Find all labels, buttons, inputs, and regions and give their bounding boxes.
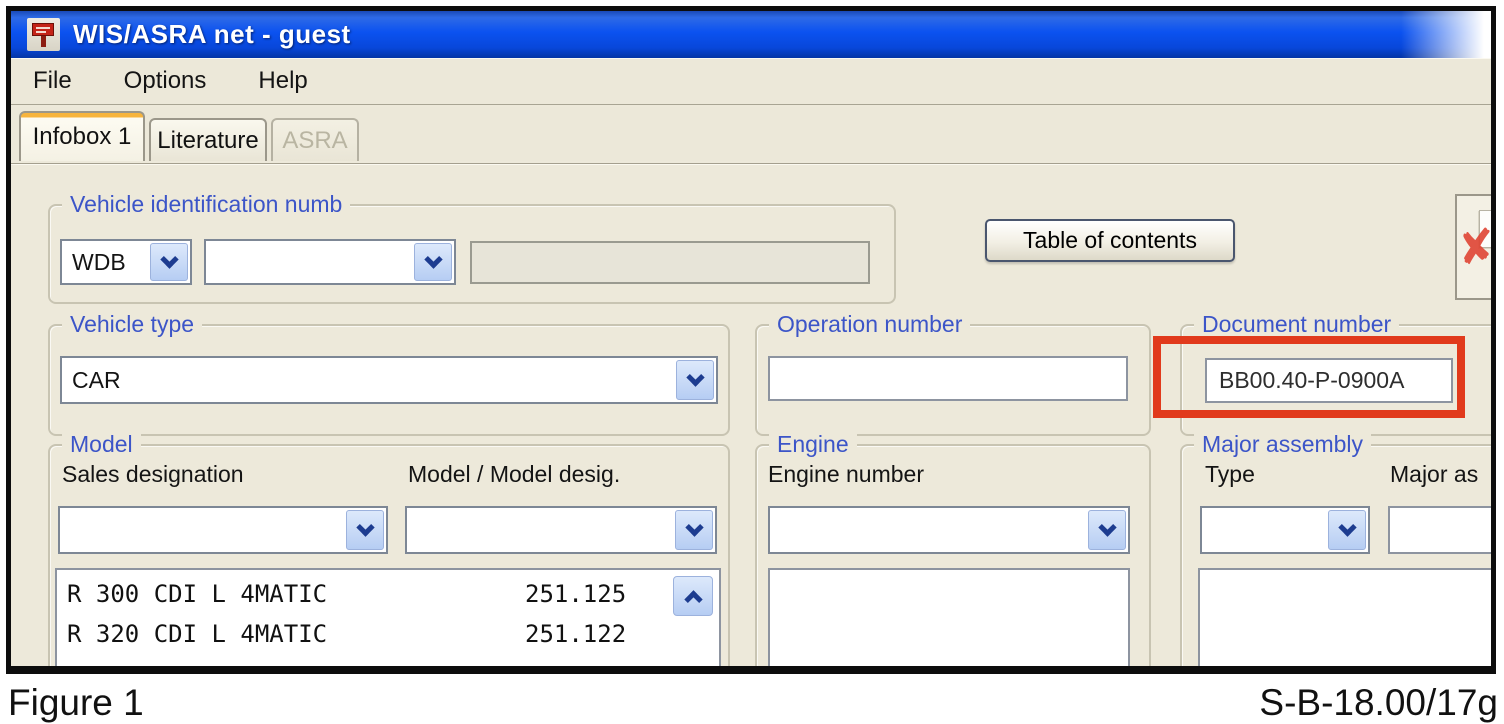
vin-serial-combobox[interactable] [204,239,456,285]
clear-document-button[interactable]: ✘ [1455,194,1496,300]
wis-sign-icon [27,18,60,51]
scroll-up-button[interactable] [673,576,713,616]
tab-literature[interactable]: Literature [149,118,267,161]
table-row[interactable]: R 300 CDI L 4MATIC 251.125 [57,576,719,616]
chevron-down-icon[interactable] [675,510,713,550]
chevron-down-icon[interactable] [1328,510,1366,550]
model-name-cell: R 300 CDI L 4MATIC [67,580,327,608]
model-name-cell: R 320 CDI L 4MATIC [67,620,327,648]
vin-wmi-value: WDB [72,249,126,276]
model-code-cell: 251.125 [525,580,626,608]
chevron-down-icon[interactable] [1088,510,1126,550]
tab-strip: Infobox 1 Literature ASRA [11,107,1491,161]
table-row[interactable]: R 320 CDI L 4MATIC 251.122 [57,616,719,656]
document-red-x-icon: ✘ [1454,222,1496,273]
red-highlight-annotation [1153,336,1465,418]
chevron-down-icon[interactable] [346,510,384,550]
engine-group-label: Engine [769,431,857,458]
model-desig-label: Model / Model desig. [408,461,620,488]
model-group-label: Model [62,431,141,458]
menu-help[interactable]: Help [252,65,313,97]
chevron-up-icon [684,590,702,608]
infobox-panel: Vehicle identification numb WDB Table of… [11,163,1491,674]
model-listbox[interactable]: R 300 CDI L 4MATIC 251.125 R 320 CDI L 4… [55,568,721,674]
operation-number-field[interactable] [768,356,1128,401]
chevron-down-icon[interactable] [414,243,452,281]
major-assembly-listbox[interactable] [1198,568,1496,674]
engine-number-combobox[interactable] [768,506,1130,554]
menu-options[interactable]: Options [118,65,213,97]
sales-designation-combobox[interactable] [58,506,388,554]
operation-number-label: Operation number [769,311,970,338]
figure-caption: Figure 1 [8,682,144,724]
window-title: WIS/ASRA net - guest [73,19,351,50]
titlebar-fade [1401,11,1491,58]
tab-infobox-1[interactable]: Infobox 1 [19,111,145,161]
vin-group-label: Vehicle identification numb [62,191,350,218]
menu-file[interactable]: File [27,65,78,97]
major-assembly-group-label: Major assembly [1194,431,1371,458]
title-bar[interactable]: WIS/ASRA net - guest [11,11,1491,58]
document-number-label: Document number [1194,311,1399,338]
engine-number-label: Engine number [768,461,924,488]
vehicle-type-value: CAR [72,367,121,394]
model-code-cell: 251.122 [525,620,626,648]
major-assembly-number-label: Major as [1390,461,1478,488]
major-assembly-number-field[interactable] [1388,506,1496,554]
application-window: WIS/ASRA net - guest File Options Help I… [6,6,1496,674]
vin-wmi-combobox[interactable]: WDB [60,239,192,285]
document-reference: S-B-18.00/17g [1259,682,1498,724]
major-assembly-type-label: Type [1205,461,1255,488]
table-of-contents-button[interactable]: Table of contents [985,219,1235,262]
tab-asra: ASRA [271,118,359,161]
chevron-down-icon[interactable] [676,360,714,400]
menu-bar: File Options Help [11,58,1491,105]
engine-listbox[interactable] [768,568,1130,674]
major-assembly-type-combobox[interactable] [1200,506,1370,554]
vehicle-type-label: Vehicle type [62,311,202,338]
vehicle-type-combobox[interactable]: CAR [60,356,718,404]
chevron-down-icon[interactable] [150,243,188,281]
vin-result-field [470,241,870,284]
sales-designation-label: Sales designation [62,461,244,488]
model-desig-combobox[interactable] [405,506,717,554]
